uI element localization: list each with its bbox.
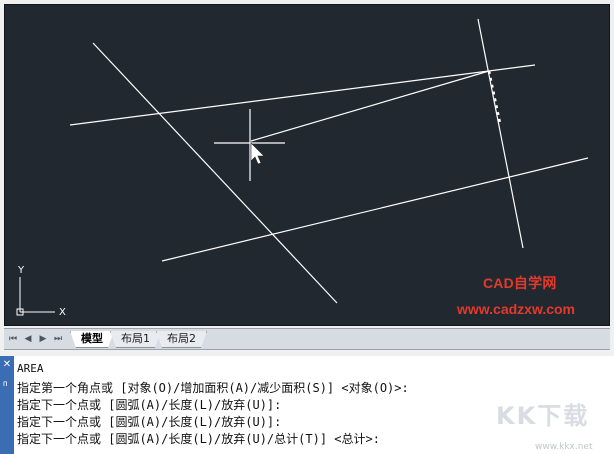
command-line: 指定第一个角点或 [对象(O)/增加面积(A)/减少面积(S)] <对象(O)>… — [17, 381, 409, 395]
kk-watermark-logo: KK下载 — [496, 402, 590, 430]
prev-tab-icon[interactable]: ◀ — [21, 332, 35, 346]
ucs-icon — [16, 277, 55, 316]
watermark-site-name: CAD自学网 — [483, 275, 557, 291]
line-lower-horizontal — [161, 157, 589, 262]
last-tab-icon[interactable]: ⏭ — [51, 332, 65, 346]
layout-tab-bar: ⏮ ◀ ▶ ⏭ 模型 布局1 布局2 — [4, 328, 610, 350]
ucs-y-label: Y — [17, 265, 25, 276]
line-area-edge — [250, 70, 490, 142]
next-tab-icon[interactable]: ▶ — [36, 332, 50, 346]
kk-watermark-url: www.kkx.net — [535, 442, 593, 452]
line-selected-highlight — [487, 70, 502, 124]
line-upper-horizontal — [69, 64, 536, 126]
tab-model[interactable]: 模型 — [70, 331, 114, 348]
line-right-vertical — [477, 18, 524, 249]
close-icon[interactable]: ✕ — [2, 360, 12, 370]
command-prompt-line[interactable]: 指定下一个点或 [圆弧(A)/长度(L)/放弃(U)/总计(T)] <总计>: — [17, 430, 607, 447]
line-diagonal-left — [92, 42, 338, 304]
first-tab-icon[interactable]: ⏮ — [6, 332, 20, 346]
ucs-x-label: X — [59, 307, 66, 318]
watermark-site-url: www.cadzxw.com — [457, 301, 575, 317]
pin-icon[interactable]: ᴨ — [3, 380, 11, 388]
command-line: AREA — [17, 362, 44, 375]
command-window[interactable]: ✕ ᴨ AREA 指定第一个角点或 [对象(O)/增加面积(A)/减少面积(S)… — [0, 356, 614, 454]
tab-layout2[interactable]: 布局2 — [156, 331, 207, 348]
command-window-sidebar: ✕ ᴨ — [0, 356, 14, 454]
tab-layout1[interactable]: 布局1 — [110, 331, 161, 348]
drawing-canvas[interactable]: Y X CAD自学网 www.cadzxw.com — [4, 4, 610, 326]
cursor-arrow-icon — [250, 142, 265, 165]
